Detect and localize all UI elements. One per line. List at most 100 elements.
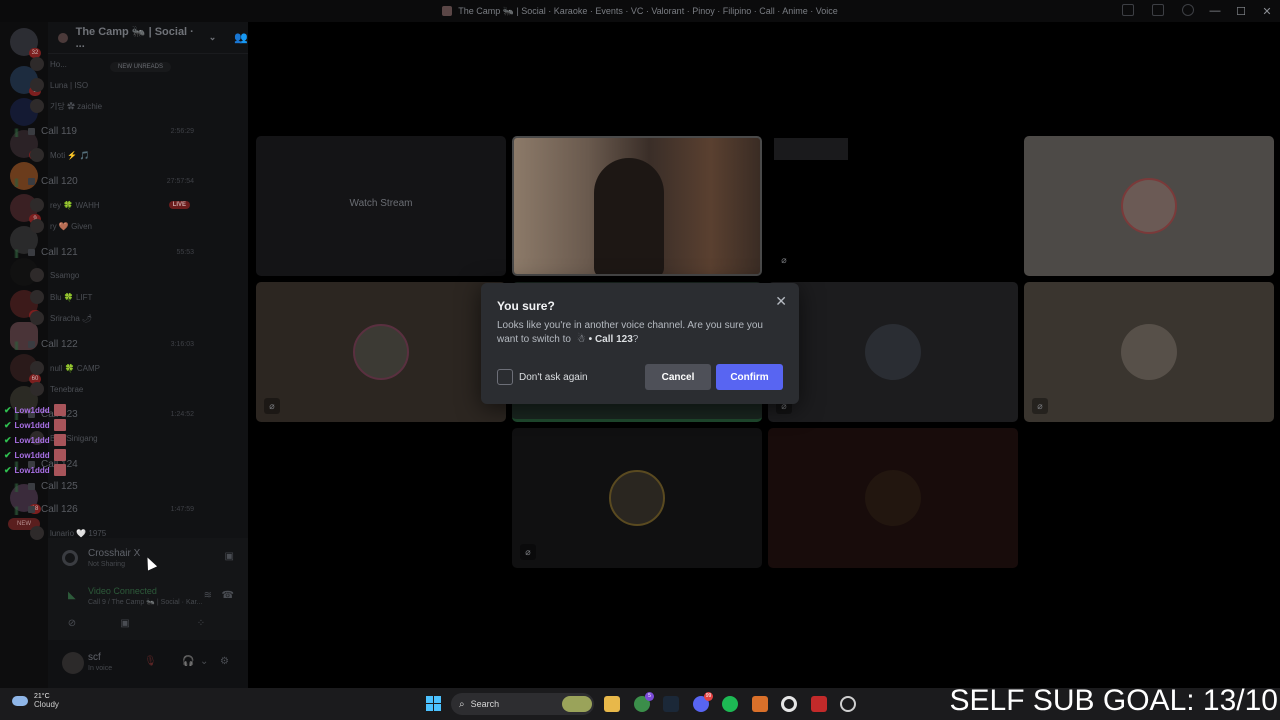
chat-overlay-line: ✔ Low1ddd	[4, 464, 76, 476]
stream-tile[interactable]: Watch Stream	[256, 136, 506, 276]
signal-icon: ◣	[68, 590, 76, 601]
server-guild-icon	[58, 32, 68, 43]
voice-status[interactable]: Video Connected	[88, 586, 202, 596]
mic-off-icon: ⌀	[776, 252, 792, 268]
crosshair-icon[interactable]	[781, 696, 797, 712]
channel-timer: 2:56:29	[170, 128, 194, 135]
minimize-button[interactable]: —	[1202, 5, 1228, 17]
close-icon[interactable]: ✕	[775, 293, 787, 310]
discord-icon[interactable]: 99	[693, 692, 713, 712]
chat-user: Low1ddd	[14, 450, 50, 460]
steam-icon[interactable]	[663, 696, 679, 712]
noise-suppression-icon[interactable]: ≋	[204, 590, 212, 601]
maximize-button[interactable]: ☐	[1228, 5, 1254, 18]
headphones-icon[interactable]: 🎧	[182, 656, 194, 667]
voice-channel-call-125[interactable]: ||| Call 125	[14, 481, 194, 492]
disconnect-icon[interactable]: ☎	[222, 590, 234, 601]
app-icon[interactable]	[752, 696, 768, 712]
member-item[interactable]: Moti ⚡ 🎵	[30, 148, 190, 162]
user-tile[interactable]: ⌀	[768, 282, 1018, 422]
avatar	[30, 361, 44, 375]
modal-message-prefix: want to switch to	[497, 334, 571, 345]
check-icon: ✔	[4, 449, 12, 460]
member-item[interactable]: Ssamgo	[30, 268, 190, 282]
direct-messages-icon[interactable]: 32	[10, 28, 41, 58]
file-explorer-icon[interactable]	[604, 696, 620, 712]
chevron-down-icon[interactable]: ⌄	[209, 32, 217, 43]
confirm-button[interactable]: Confirm	[716, 364, 783, 390]
voice-channel-path[interactable]: Call 9 / The Camp 🐜 | Social · Kar...	[88, 598, 202, 606]
taskbar-search[interactable]: ⌕ Search	[451, 693, 594, 715]
user-tile[interactable]	[1024, 136, 1274, 276]
user-tile[interactable]	[768, 428, 1018, 568]
cancel-button[interactable]: Cancel	[645, 364, 711, 390]
member-name: Sriracha 🌶	[50, 313, 93, 323]
voice-channel-call-121[interactable]: ||| Call 121 55:53	[14, 247, 194, 258]
avatar	[30, 57, 44, 71]
screen-icon[interactable]	[1152, 4, 1164, 16]
member-item[interactable]: Tenebrae	[30, 382, 190, 396]
voice-activity-icon: |||	[14, 481, 19, 492]
user-tile[interactable]: ⌀	[512, 428, 762, 568]
gear-icon[interactable]: ⚙	[220, 656, 229, 667]
screen-share-icon[interactable]: ▣	[98, 618, 152, 629]
obs-icon[interactable]	[840, 696, 856, 712]
lock-icon	[28, 341, 36, 348]
help-icon[interactable]	[1182, 4, 1194, 16]
check-icon: ✔	[4, 419, 12, 430]
add-member-icon[interactable]: 👥	[234, 31, 248, 44]
member-item[interactable]: Ho...	[30, 57, 190, 71]
chevron-down-icon[interactable]: ⌄	[200, 656, 208, 667]
voice-channel-call-122[interactable]: ||| Call 122 3:16:03	[14, 339, 194, 350]
stream-preview-tile[interactable]: ⌀	[768, 136, 1018, 276]
close-window-button[interactable]: ✕	[1254, 5, 1280, 18]
member-item[interactable]: 기당 ✿ zaichie	[30, 99, 190, 113]
title-bar-icons	[1122, 4, 1194, 16]
share-screen-icon[interactable]: ▣	[225, 551, 234, 562]
title-bar: The Camp 🐜 | Social · Karaoke · Events ·…	[0, 0, 1280, 22]
voice-channel-call-119[interactable]: ||| Call 119 2:56:29	[14, 126, 194, 137]
mic-off-icon: ⌀	[264, 398, 280, 414]
dont-ask-label[interactable]: Don't ask again	[519, 372, 588, 383]
member-item[interactable]: ry 🤎 Given	[30, 219, 190, 233]
member-item[interactable]: Sriracha 🌶	[30, 311, 190, 325]
user-tile[interactable]: ⌀	[1024, 282, 1274, 422]
channel-name: Call 119	[41, 126, 77, 137]
chat-user: Low1ddd	[14, 435, 50, 445]
target-channel-name: • Call 123	[588, 334, 633, 345]
channel-name: Call 126	[41, 504, 78, 515]
mute-icon[interactable]: 🎙	[144, 656, 157, 667]
spotify-icon[interactable]	[722, 696, 738, 712]
member-name: Ho...	[50, 59, 67, 69]
voice-channel-call-120[interactable]: ||| Call 120 27:57:54	[14, 176, 194, 187]
inbox-icon[interactable]	[1122, 4, 1134, 16]
windows-start-icon[interactable]	[426, 696, 441, 711]
activities-icon[interactable]: ⁘	[174, 618, 228, 629]
avatar[interactable]	[62, 652, 84, 674]
avatar	[1121, 324, 1177, 380]
server-header[interactable]: The Camp 🐜 | Social · ... ⌄ 👥	[48, 22, 248, 54]
dont-ask-checkbox[interactable]	[497, 369, 513, 385]
lock-icon	[28, 483, 36, 490]
activity-title: Crosshair X	[88, 548, 141, 559]
camera-off-icon[interactable]: ⊘	[42, 618, 102, 629]
member-item[interactable]: null 🍀 CAMP	[30, 361, 190, 375]
lock-icon	[28, 178, 36, 185]
chat-user: Low1ddd	[14, 420, 50, 430]
voice-activity-icon: |||	[14, 126, 19, 137]
user-text[interactable]: scf In voice	[88, 652, 112, 672]
watch-stream-label[interactable]: Watch Stream	[256, 198, 506, 209]
window-title: The Camp 🐜 | Social · Karaoke · Events ·…	[458, 5, 838, 16]
video-tile[interactable]	[512, 136, 762, 276]
user-tile[interactable]: ⌀	[256, 282, 506, 422]
avatar	[30, 526, 44, 540]
weather-widget[interactable]: 21°C Cloudy	[12, 693, 59, 709]
server-icon	[442, 6, 453, 16]
voice-channel-call-126[interactable]: ||| Call 126 1:47:59	[14, 504, 194, 515]
weather-condition: Cloudy	[34, 700, 59, 709]
member-item[interactable]: rey 🍀 WAHH LIVE	[30, 198, 190, 212]
member-item[interactable]: Luna | ISO	[30, 78, 190, 92]
chrome-icon[interactable]: 5	[634, 692, 654, 712]
member-item[interactable]: Blu 🍀 LIFT	[30, 290, 190, 304]
app-x-icon[interactable]	[811, 696, 827, 712]
